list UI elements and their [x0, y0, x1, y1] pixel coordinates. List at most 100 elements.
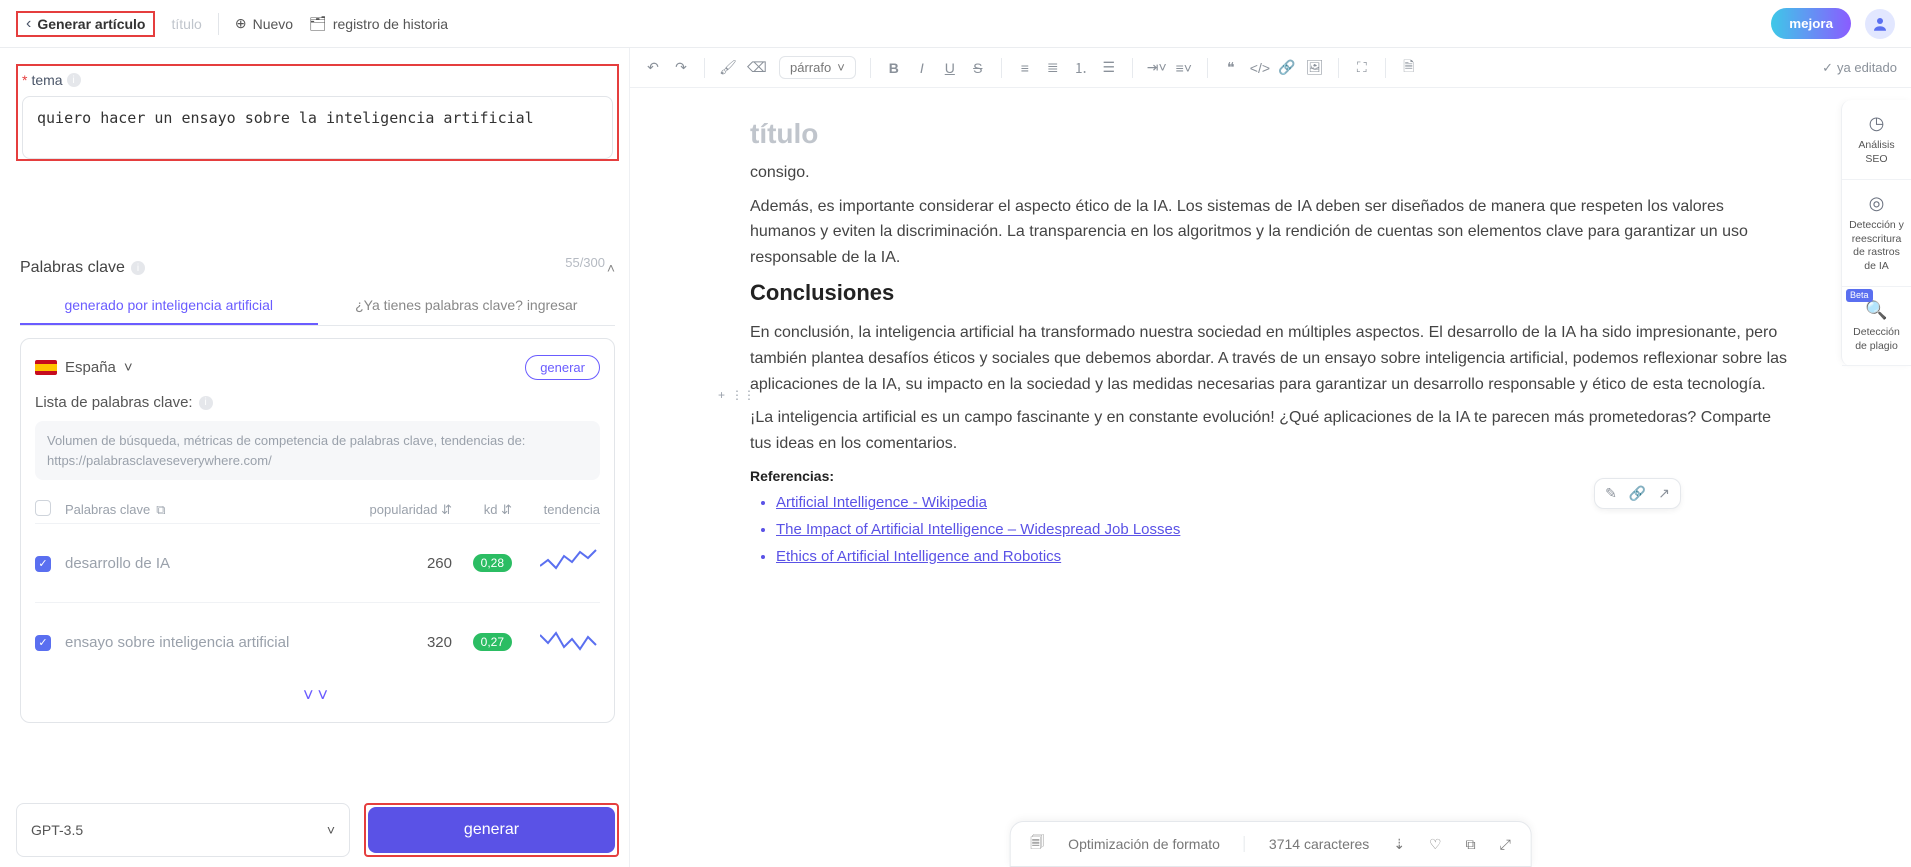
- quote-icon[interactable]: ❝: [1222, 59, 1240, 76]
- info-icon[interactable]: i: [131, 261, 145, 275]
- align-center-icon[interactable]: ≣: [1044, 59, 1062, 76]
- kw-list-label-text: Lista de palabras clave:: [35, 394, 193, 411]
- italic-icon[interactable]: I: [913, 60, 931, 76]
- paragraph[interactable]: ¡La inteligencia artificial es un campo …: [750, 405, 1791, 456]
- metrics-source-text: Volumen de búsqueda, métricas de compete…: [47, 431, 588, 451]
- beta-badge: Beta: [1846, 289, 1873, 303]
- table-row[interactable]: ✓ ensayo sobre inteligencia artificial 3…: [35, 602, 600, 681]
- doc-title-top[interactable]: título: [171, 16, 201, 32]
- history-icon: 🗂: [309, 15, 327, 32]
- format-optimize-icon[interactable]: 🗐: [1030, 832, 1044, 856]
- keyword-generator-box: España ˅ generar Lista de palabras clave…: [20, 338, 615, 723]
- image-icon[interactable]: 🖼: [1306, 59, 1324, 76]
- divider: [704, 58, 705, 78]
- keywords-section-toggle[interactable]: Palabras clave i ˄: [20, 259, 615, 277]
- topbar-right: mejora: [1771, 8, 1895, 39]
- row-checkbox[interactable]: ✓: [35, 635, 51, 651]
- keywords-title: Palabras clave i: [20, 259, 145, 277]
- download-icon[interactable]: ⇣: [1393, 836, 1405, 853]
- target-icon: ◎: [1846, 192, 1907, 215]
- fullscreen-icon[interactable]: ⛶: [1353, 59, 1371, 76]
- select-all-checkbox[interactable]: [35, 500, 51, 516]
- col-trend-header: tendencia: [512, 502, 600, 517]
- indent-icon[interactable]: ⇥˅: [1147, 59, 1165, 76]
- rail-ai-detect-rewrite[interactable]: ◎ Detección y reescritura de rastros de …: [1842, 180, 1911, 287]
- block-gutter: + ⋮⋮: [718, 388, 755, 402]
- link-icon[interactable]: 🔗: [1278, 59, 1296, 76]
- copy-icon[interactable]: ⧉: [156, 502, 165, 518]
- document-icon[interactable]: 🗎: [1400, 56, 1418, 80]
- col-kd-header[interactable]: kd ⇵: [452, 502, 512, 518]
- row-checkbox[interactable]: ✓: [35, 556, 51, 572]
- paragraph[interactable]: En conclusión, la inteligencia artificia…: [750, 320, 1791, 397]
- reference-link[interactable]: The Impact of Artificial Intelligence – …: [776, 521, 1791, 538]
- outdent-icon[interactable]: ≡˅: [1175, 60, 1193, 76]
- drag-handle-icon[interactable]: ⋮⋮: [731, 388, 755, 402]
- reference-link[interactable]: Ethics of Artificial Intelligence and Ro…: [776, 548, 1791, 565]
- link-icon[interactable]: 🔗: [1629, 485, 1646, 502]
- topic-textarea[interactable]: [37, 109, 598, 127]
- generate-button[interactable]: generar: [368, 807, 615, 853]
- improve-button[interactable]: mejora: [1771, 8, 1851, 39]
- format-optimize-label[interactable]: Optimización de formato: [1068, 836, 1220, 852]
- rail-plagiarism-detect[interactable]: Beta 🔍 Detección de plagio: [1842, 287, 1911, 367]
- undo-icon[interactable]: ↶: [644, 59, 662, 76]
- keyword-cell: desarrollo de IA: [65, 555, 358, 572]
- keyword-tabs: generado por inteligencia artificial ¿Ya…: [20, 287, 615, 326]
- ordered-list-icon[interactable]: ⒈: [1072, 58, 1090, 78]
- add-block-icon[interactable]: +: [718, 388, 725, 402]
- expand-icon[interactable]: ⤢: [1500, 836, 1511, 853]
- rail-seo-label: Análisis SEO: [1858, 139, 1894, 165]
- tab-manual-keywords[interactable]: ¿Ya tienes palabras clave? ingresar: [318, 287, 616, 325]
- country-select[interactable]: España ˅: [35, 359, 133, 376]
- redo-icon[interactable]: ↷: [672, 59, 690, 76]
- block-format-label: párrafo: [790, 60, 831, 75]
- model-label: GPT-3.5: [31, 822, 83, 838]
- strikethrough-icon[interactable]: S: [969, 60, 987, 76]
- table-row[interactable]: ✓ desarrollo de IA 260 0,28: [35, 523, 600, 602]
- bottom-floating-bar: 🗐 Optimización de formato 3714 caractere…: [1009, 821, 1532, 867]
- heading-conclusions[interactable]: Conclusiones: [750, 280, 1791, 306]
- keyword-list-label: Lista de palabras clave: i: [35, 394, 600, 411]
- popularity-cell: 320: [358, 634, 452, 651]
- open-external-icon[interactable]: ↗: [1658, 485, 1670, 502]
- rail-seo-analysis[interactable]: ◷ Análisis SEO: [1842, 100, 1911, 180]
- generate-keywords-button[interactable]: generar: [525, 355, 600, 380]
- divider: [1385, 58, 1386, 78]
- topbar: ‹ Generar artículo título ⊕ Nuevo 🗂 regi…: [0, 0, 1911, 48]
- paragraph[interactable]: Además, es importante considerar el aspe…: [750, 194, 1791, 271]
- info-icon[interactable]: i: [199, 396, 213, 410]
- tab-ai-generated[interactable]: generado por inteligencia artificial: [20, 287, 318, 325]
- back-generate-article[interactable]: ‹ Generar artículo: [16, 11, 155, 37]
- check-icon: ✓: [1822, 60, 1833, 76]
- heart-icon[interactable]: ♡: [1429, 836, 1442, 853]
- edited-label: ya editado: [1837, 60, 1897, 75]
- copy-icon[interactable]: ⧉: [1466, 836, 1476, 853]
- bold-icon[interactable]: B: [885, 60, 903, 76]
- align-left-icon[interactable]: ≡: [1016, 60, 1034, 76]
- keyword-table: Palabras clave ⧉ popularidad ⇵ kd ⇵ tend…: [35, 496, 600, 706]
- keyword-metrics-source: Volumen de búsqueda, métricas de compete…: [35, 421, 600, 480]
- info-icon[interactable]: i: [67, 73, 81, 87]
- edit-link-icon[interactable]: ✎: [1605, 485, 1617, 502]
- col-popularity-header[interactable]: popularidad ⇵: [358, 502, 452, 518]
- unordered-list-icon[interactable]: ☰: [1100, 59, 1118, 76]
- editor-body[interactable]: título consigo. Además, es importante co…: [630, 88, 1911, 867]
- history-button[interactable]: 🗂 registro de historia: [309, 15, 448, 32]
- keyword-table-header: Palabras clave ⧉ popularidad ⇵ kd ⇵ tend…: [35, 496, 600, 523]
- model-select[interactable]: GPT-3.5 ˅: [16, 803, 350, 857]
- eraser-icon[interactable]: ⌫: [747, 59, 765, 76]
- block-format-select[interactable]: párrafo ˅: [779, 56, 856, 79]
- link-floating-toolbar: ✎ 🔗 ↗: [1594, 478, 1681, 509]
- code-icon[interactable]: </>: [1250, 60, 1268, 76]
- paragraph[interactable]: consigo.: [750, 160, 1791, 186]
- avatar[interactable]: [1865, 9, 1895, 39]
- underline-icon[interactable]: U: [941, 60, 959, 76]
- document-title-placeholder[interactable]: título: [750, 118, 1791, 150]
- brush-icon[interactable]: 🖌: [719, 59, 737, 76]
- keyword-cell: ensayo sobre inteligencia artificial: [65, 634, 358, 651]
- new-button[interactable]: ⊕ Nuevo: [235, 15, 293, 32]
- expand-more[interactable]: ˅˅: [35, 681, 600, 706]
- topbar-left: ‹ Generar artículo título ⊕ Nuevo 🗂 regi…: [16, 11, 448, 37]
- col-keyword-header[interactable]: Palabras clave ⧉: [65, 502, 358, 518]
